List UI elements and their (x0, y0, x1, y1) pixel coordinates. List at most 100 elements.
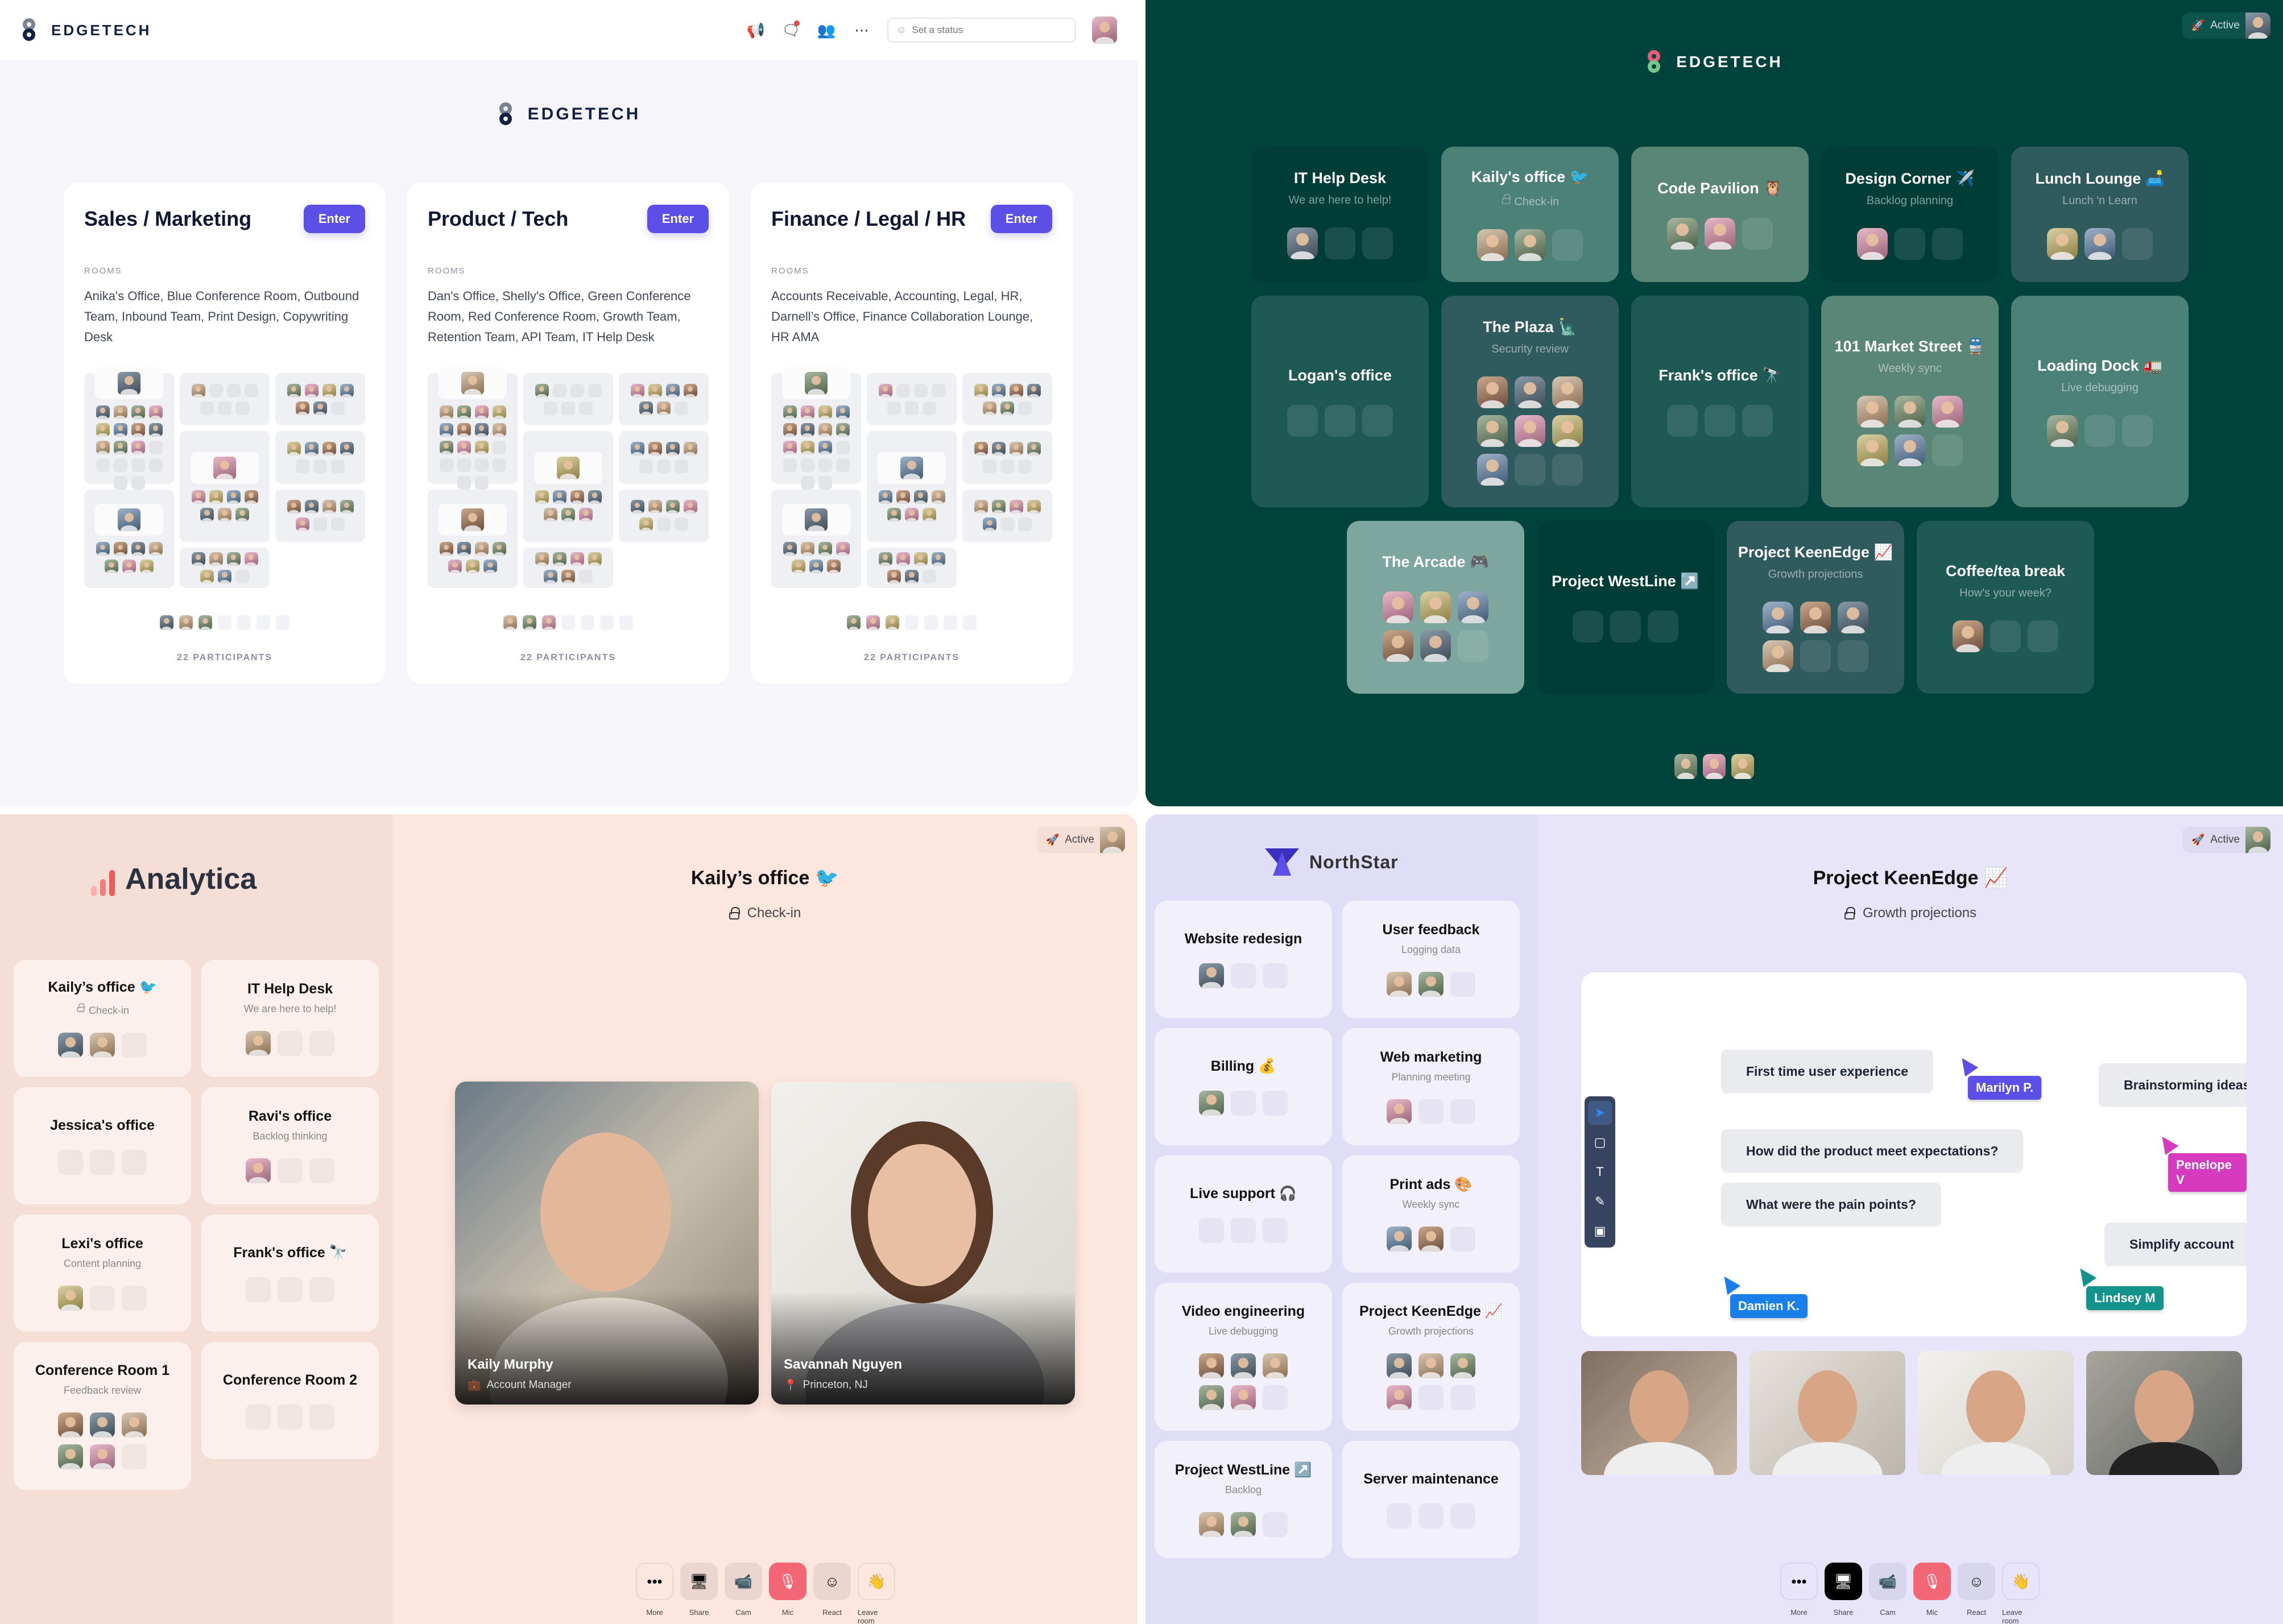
participant-avatar[interactable] (783, 440, 797, 454)
room-card[interactable]: Web marketing Planning meeting (1342, 1028, 1520, 1145)
status-pill[interactable]: 🚀 Active (1036, 827, 1125, 853)
participant-avatar[interactable] (1027, 383, 1041, 397)
participant-avatar[interactable] (1199, 963, 1224, 988)
participant-avatar[interactable] (113, 405, 127, 419)
participant-avatar[interactable] (191, 552, 205, 566)
participant-avatar[interactable] (58, 1444, 83, 1469)
participant-avatar[interactable] (579, 507, 593, 521)
participant-avatar[interactable] (561, 507, 575, 521)
room-card[interactable]: Project KeenEdge 📈 Growth projections (1342, 1283, 1520, 1431)
participant-avatar[interactable] (836, 542, 850, 556)
participant-avatar[interactable] (783, 405, 797, 419)
participant-avatar[interactable] (218, 507, 231, 521)
participant-avatar[interactable] (492, 405, 506, 419)
participant-avatar[interactable] (991, 441, 1006, 455)
minimap-room[interactable] (275, 373, 365, 426)
participant-avatar[interactable] (535, 490, 549, 504)
participant-avatar[interactable] (1477, 415, 1508, 447)
participant-avatar[interactable] (90, 1033, 115, 1058)
minimap-room[interactable] (619, 431, 709, 484)
participant-avatar[interactable] (648, 383, 662, 397)
participant-avatar[interactable] (1953, 620, 1983, 652)
participant-avatar[interactable] (474, 542, 489, 556)
room-card[interactable]: User feedback Logging data (1342, 901, 1520, 1018)
participant-avatar[interactable] (313, 401, 327, 415)
participant-avatar[interactable] (1418, 1227, 1444, 1252)
participant-avatar[interactable] (818, 440, 832, 454)
participant-avatar[interactable] (58, 1412, 83, 1437)
minimap-room[interactable] (962, 489, 1052, 542)
minimap-room[interactable] (275, 489, 365, 542)
participant-avatar[interactable] (1477, 453, 1508, 486)
participant-avatar[interactable] (896, 552, 910, 566)
participant-avatar[interactable] (905, 570, 919, 583)
participant-avatar[interactable] (535, 383, 549, 397)
minimap-room[interactable] (962, 431, 1052, 484)
participant-avatar[interactable] (1231, 1353, 1256, 1378)
participant-avatar[interactable] (140, 560, 154, 574)
minimap-room[interactable] (180, 373, 270, 426)
participant-avatar[interactable] (148, 542, 163, 556)
room-card[interactable]: IT Help Desk We are here to help! (201, 960, 379, 1077)
enter-button[interactable]: Enter (303, 205, 365, 233)
participant-avatar[interactable] (931, 552, 945, 566)
participant-avatar[interactable] (630, 500, 644, 514)
participant-avatar[interactable] (570, 490, 584, 504)
room-card[interactable]: Server maintenance (1342, 1441, 1520, 1558)
participant-avatar[interactable] (118, 371, 140, 395)
sticky-note[interactable]: Brainstorming ideas (2099, 1063, 2247, 1107)
minimap-room[interactable] (428, 367, 518, 490)
participant-avatar[interactable] (131, 405, 145, 419)
participant-avatar[interactable] (1515, 415, 1545, 447)
room-tile[interactable]: 101 Market Street 🚆 Weekly sync (1821, 296, 1999, 507)
more-button[interactable]: ••• (1780, 1563, 1818, 1600)
participant-avatar[interactable] (1387, 1227, 1412, 1252)
participant-avatar[interactable] (304, 441, 319, 455)
participant-avatar[interactable] (131, 422, 145, 437)
participant-avatar[interactable] (544, 507, 557, 521)
share-button[interactable]: 🖥 (680, 1563, 718, 1600)
participant-avatar[interactable] (1387, 1099, 1412, 1124)
participant-avatar[interactable] (665, 441, 680, 455)
participant-avatar[interactable] (457, 405, 471, 419)
participant-avatar[interactable] (200, 507, 214, 521)
room-tile[interactable]: Lunch Lounge 🛋️ Lunch 'n Learn (2011, 147, 2189, 282)
participant-avatar[interactable] (630, 383, 644, 397)
participant-avatar[interactable] (1703, 754, 1726, 779)
participant-avatar[interactable] (113, 440, 127, 454)
participant-avatar[interactable] (296, 401, 309, 415)
participant-avatar[interactable] (1705, 218, 1735, 250)
participant-avatar[interactable] (1027, 441, 1041, 455)
participant-avatar[interactable] (1420, 591, 1451, 623)
participant-avatar[interactable] (1477, 229, 1508, 261)
participant-avatar[interactable] (991, 383, 1006, 397)
whiteboard[interactable]: ➤ ▢ T ✎ ▣ First time user experience Brainsto… (1581, 972, 2247, 1336)
participant-avatar[interactable] (1450, 1353, 1475, 1378)
participant-avatar[interactable] (218, 570, 231, 583)
room-tile[interactable]: Frank's office 🔭 (1631, 296, 1809, 507)
participant-avatar[interactable] (474, 405, 489, 419)
participant-avatar[interactable] (296, 517, 309, 532)
participant-avatar[interactable] (847, 615, 861, 630)
participant-avatar[interactable] (1763, 601, 1793, 633)
participant-avatar[interactable] (783, 542, 797, 556)
participant-avatar[interactable] (1477, 376, 1508, 408)
participant-avatar[interactable] (1387, 972, 1412, 997)
minimap-room[interactable] (523, 548, 613, 588)
participant-avatar[interactable] (209, 490, 223, 504)
room-tile[interactable]: The Arcade 🎮 (1347, 521, 1524, 694)
participant-avatar[interactable] (836, 405, 850, 419)
people-icon[interactable]: 👥 (817, 20, 836, 40)
room-card[interactable]: Lexi's office Content planning (14, 1215, 191, 1332)
participant-avatar[interactable] (439, 405, 453, 419)
participant-avatar[interactable] (492, 422, 506, 437)
participant-avatar[interactable] (1458, 591, 1488, 623)
participant-avatar[interactable] (461, 508, 484, 532)
participant-avatar[interactable] (887, 507, 901, 521)
participant-avatar[interactable] (900, 456, 923, 479)
room-card[interactable]: Billing 💰 (1155, 1028, 1332, 1145)
room-tile[interactable]: IT Help Desk We are here to help! (1251, 147, 1429, 282)
participant-avatar[interactable] (113, 542, 127, 556)
participant-avatar[interactable] (1231, 1385, 1256, 1410)
participant-avatar[interactable] (683, 500, 697, 514)
